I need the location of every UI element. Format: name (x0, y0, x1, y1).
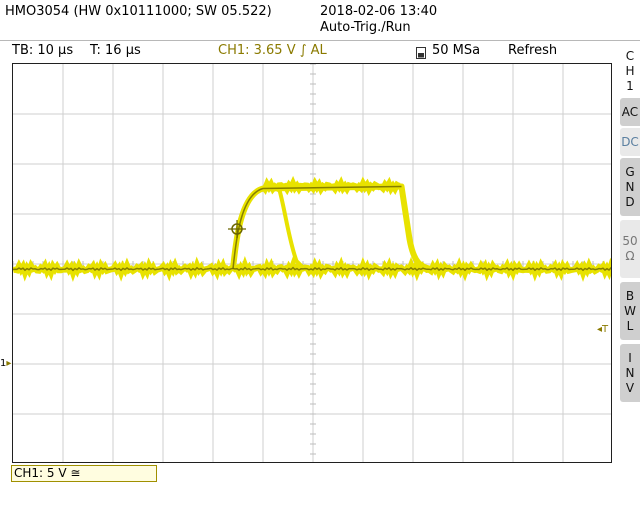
datetime: 2018-02-06 13:40 (320, 4, 438, 19)
coupling-ac-button[interactable]: AC (620, 98, 640, 126)
acquisition-mode-label[interactable]: Refresh (508, 43, 557, 59)
channel1-scale-box[interactable]: CH1: 5 V ≅ (11, 465, 157, 482)
invert-button[interactable]: I N V (620, 344, 640, 402)
waveform-display[interactable] (12, 63, 612, 463)
header-separator (0, 40, 640, 41)
device-info: HMO3054 (HW 0x10111000; SW 05.522) (5, 4, 272, 19)
timebase-label[interactable]: TB: 10 µs (12, 43, 73, 59)
acquisition-icon (416, 44, 428, 59)
ground-level-marker[interactable]: 1▸ (0, 359, 11, 369)
coupling-gnd-button[interactable]: G N D (620, 158, 640, 216)
trigger-crosshair-icon (228, 220, 246, 238)
trigger-level-label: T (602, 324, 609, 335)
waveform-pulse-core (232, 185, 402, 270)
channel1-menu-header: C H 1 (620, 46, 640, 96)
trigger-mode: Auto-Trig./Run (320, 20, 411, 35)
trigger-time-label[interactable]: T: 16 µs (90, 43, 141, 59)
trigger-level-marker[interactable]: ◂T (597, 325, 608, 335)
waveform-canvas (13, 64, 611, 462)
impedance-50-ohm-button[interactable]: 50 Ω (620, 220, 640, 278)
bandwidth-limit-button[interactable]: B W L (620, 282, 640, 340)
sample-rate-label[interactable]: 50 MSa (432, 43, 480, 59)
coupling-dc-button[interactable]: DC (620, 128, 640, 156)
channel1-scale-label: CH1: 5 V ≅ (14, 466, 81, 480)
waveform-short-fall (276, 185, 306, 271)
